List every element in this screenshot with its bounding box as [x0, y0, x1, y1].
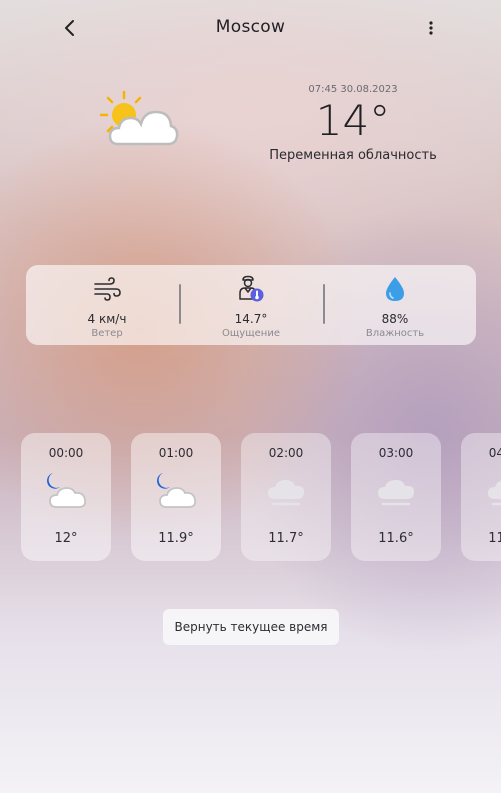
stat-humidity: 88% Влажность: [320, 265, 470, 345]
reset-time-button[interactable]: Вернуть текущее время: [163, 609, 339, 645]
hour-time: 03:00: [378, 446, 414, 460]
fog-cloud-icon: [268, 480, 304, 506]
hour-temperature: 11.7°: [268, 531, 304, 546]
hour-time: 01:00: [158, 446, 194, 460]
humidity-label: Влажность: [365, 328, 425, 339]
hourly-card[interactable]: 01:00 11.9°: [131, 433, 221, 561]
more-vert-icon: [429, 21, 433, 35]
stat-feels-like: 14.7° Ощущение: [176, 265, 326, 345]
sun-behind-cloud-icon: [96, 88, 180, 152]
stat-wind: 4 км/ч Ветер: [32, 265, 182, 345]
current-temperature: 14°: [315, 96, 391, 145]
moon-cloud-icon: [157, 473, 197, 508]
hourly-card[interactable]: 00:00 12°: [21, 433, 111, 561]
hourly-card[interactable]: 02:00 11.7°: [241, 433, 331, 561]
hour-temperature: 11.5°: [488, 531, 501, 546]
humidity-value: 88%: [381, 312, 409, 326]
hour-temperature: 12°: [54, 531, 78, 546]
hour-time: 02:00: [268, 446, 304, 460]
wind-label: Ветер: [91, 328, 123, 339]
hour-time: 00:00: [48, 446, 84, 460]
feels-like-value: 14.7°: [234, 312, 268, 326]
fog-cloud-icon: [378, 480, 414, 506]
wind-icon: [94, 277, 121, 301]
weather-screen: Moscow 07:45 30.08.2023 14° Переменная о…: [0, 0, 501, 793]
wind-value: 4 км/ч: [87, 312, 127, 326]
weather-condition: Переменная облачность: [269, 148, 437, 163]
feels-like-person-icon: [239, 275, 264, 302]
fog-cloud-icon: [488, 480, 501, 506]
weather-stats-card: 4 км/ч Ветер 14.7° Ощущение 88% Влажност…: [26, 265, 476, 345]
moon-cloud-icon: [47, 473, 87, 508]
observation-datetime: 07:45 30.08.2023: [308, 84, 398, 95]
more-options-button[interactable]: [418, 14, 444, 42]
top-bar: Moscow: [0, 0, 501, 56]
water-drop-icon: [386, 277, 404, 301]
hour-time: 04:00: [488, 446, 501, 460]
feels-like-label: Ощущение: [222, 328, 280, 339]
hourly-card[interactable]: 03:00 11.6°: [351, 433, 441, 561]
hourly-card[interactable]: 04:00 11.5°: [461, 433, 501, 561]
hour-temperature: 11.6°: [378, 531, 414, 546]
hour-temperature: 11.9°: [158, 531, 194, 546]
